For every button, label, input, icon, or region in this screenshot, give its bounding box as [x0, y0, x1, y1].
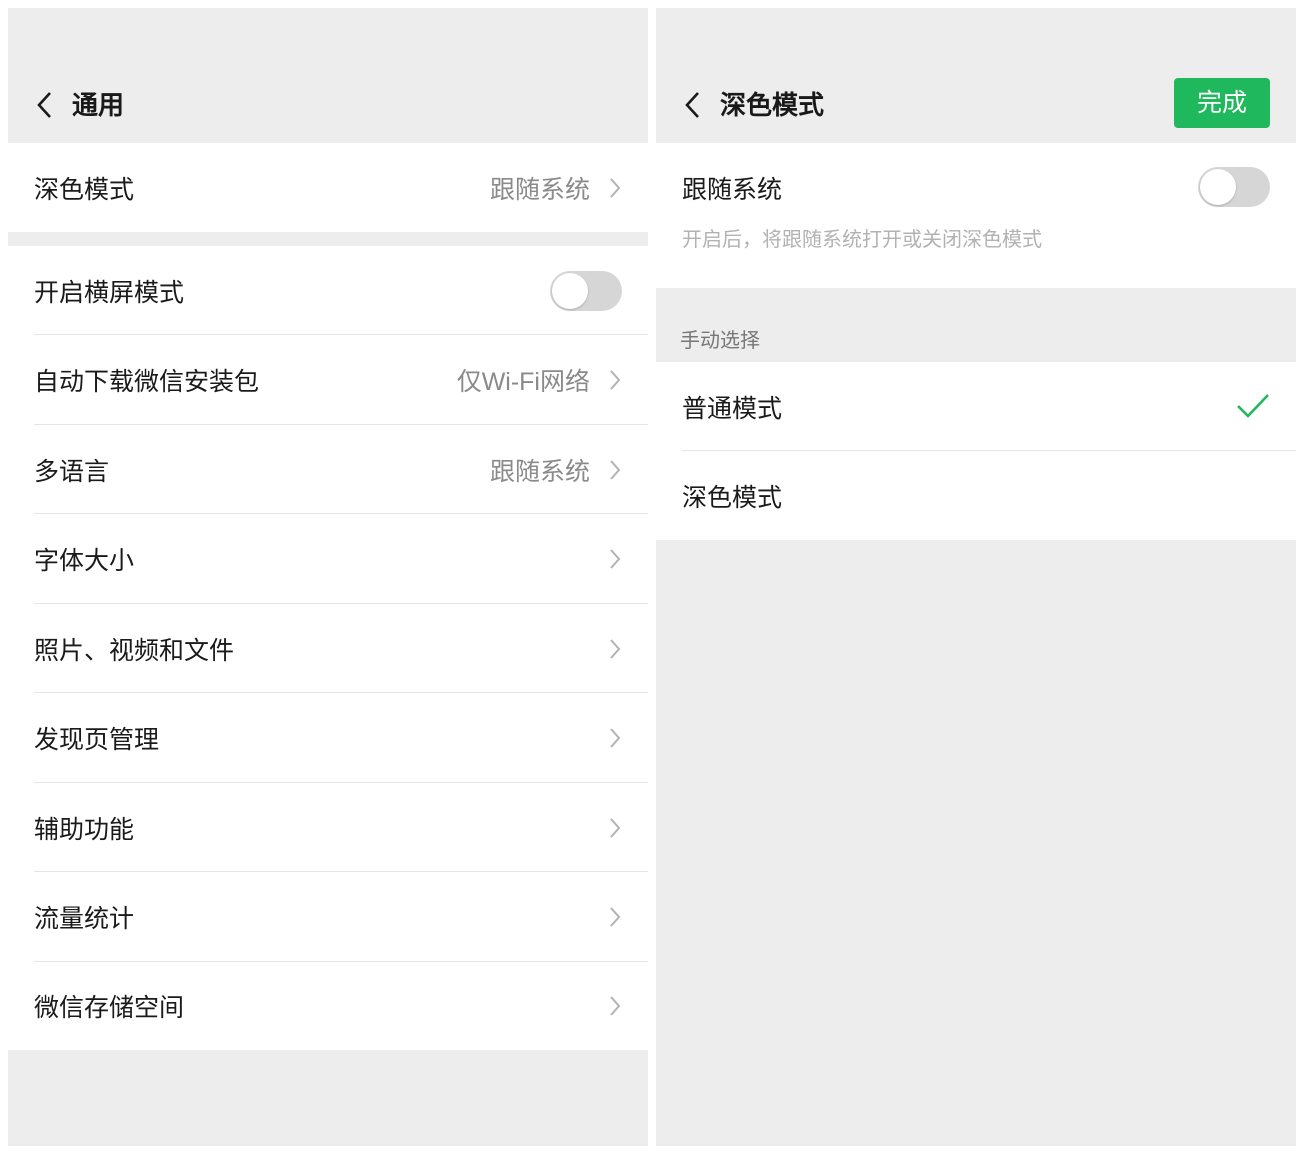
settings-item-media[interactable]: 照片、视频和文件 [8, 604, 648, 693]
follow-system-item: 跟随系统 开启后，将跟随系统打开或关闭深色模式 [656, 143, 1296, 288]
follow-system-toggle[interactable] [1198, 167, 1270, 207]
item-label: 普通模式 [682, 389, 782, 425]
chevron-right-icon [608, 176, 622, 200]
settings-item-dark-mode[interactable]: 深色模式 跟随系统 [8, 143, 648, 232]
chevron-right-icon [608, 637, 622, 661]
dark-mode-screen: 深色模式 完成 跟随系统 开启后，将跟随系统打开或关闭深色模式 手动选择 普通模… [656, 8, 1296, 1146]
item-label: 多语言 [34, 452, 109, 488]
settings-item-language[interactable]: 多语言 跟随系统 [8, 425, 648, 514]
item-label: 微信存储空间 [34, 988, 184, 1024]
item-value: 跟随系统 [490, 170, 590, 206]
settings-item-discover[interactable]: 发现页管理 [8, 693, 648, 783]
checkmark-icon [1236, 392, 1270, 420]
landscape-toggle[interactable] [550, 271, 622, 311]
settings-item-font-size[interactable]: 字体大小 [8, 514, 648, 604]
item-value: 跟随系统 [490, 452, 590, 488]
item-label: 辅助功能 [34, 810, 134, 846]
back-icon[interactable] [32, 88, 58, 122]
page-title: 深色模式 [720, 88, 824, 122]
settings-item-auto-download[interactable]: 自动下载微信安装包 仅Wi-Fi网络 [8, 335, 648, 425]
settings-item-landscape: 开启横屏模式 [8, 246, 648, 335]
nav-bar: 深色模式 完成 [656, 8, 1296, 143]
chevron-right-icon [608, 368, 622, 392]
item-value: 仅Wi-Fi网络 [457, 362, 590, 398]
option-dark-mode[interactable]: 深色模式 [656, 451, 1296, 540]
settings-item-accessibility[interactable]: 辅助功能 [8, 783, 648, 872]
page-title: 通用 [72, 88, 124, 122]
chevron-right-icon [608, 994, 622, 1018]
settings-item-data-usage[interactable]: 流量统计 [8, 872, 648, 962]
item-label: 深色模式 [682, 478, 782, 514]
nav-bar: 通用 [8, 8, 648, 143]
item-label: 开启横屏模式 [34, 273, 184, 309]
back-icon[interactable] [680, 88, 706, 122]
chevron-right-icon [608, 458, 622, 482]
settings-item-storage[interactable]: 微信存储空间 [8, 962, 648, 1050]
chevron-right-icon [608, 905, 622, 929]
item-label: 发现页管理 [34, 720, 159, 756]
item-label: 流量统计 [34, 899, 134, 935]
item-label: 自动下载微信安装包 [34, 362, 259, 398]
item-label: 跟随系统 [682, 170, 782, 206]
item-label: 照片、视频和文件 [34, 631, 234, 667]
item-label: 字体大小 [34, 541, 134, 577]
done-button[interactable]: 完成 [1174, 78, 1270, 128]
chevron-right-icon [608, 816, 622, 840]
general-settings-screen: 通用 深色模式 跟随系统 开启横屏模式 自动下载微信安装包 仅Wi-Fi网络 多… [8, 8, 648, 1146]
chevron-right-icon [608, 726, 622, 750]
chevron-right-icon [608, 547, 622, 571]
section-header: 手动选择 [680, 324, 760, 353]
item-description: 开启后，将跟随系统打开或关闭深色模式 [682, 223, 1042, 252]
item-label: 深色模式 [34, 170, 134, 206]
option-normal-mode[interactable]: 普通模式 [656, 362, 1296, 451]
